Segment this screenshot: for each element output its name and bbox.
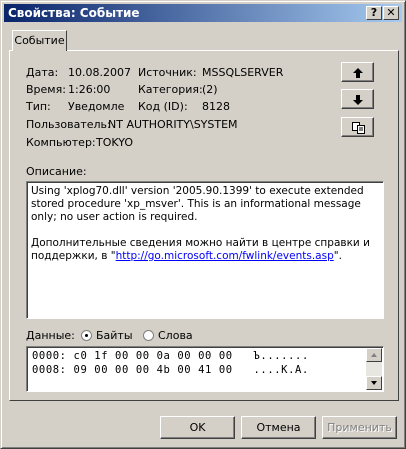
tab-event-label: Событие: [14, 34, 65, 47]
cancel-button[interactable]: Отмена: [241, 416, 316, 439]
time-label: Время:: [26, 83, 66, 96]
bytes-radio[interactable]: [81, 330, 92, 341]
hex-line: 0000: c0 1f 00 00 0a 00 00 00 Ъ.......: [32, 350, 309, 362]
title-bar: Свойства: Событие ? ✕: [4, 4, 402, 22]
vertical-scrollbar[interactable]: [366, 348, 382, 390]
type-value: Уведомле: [68, 100, 125, 113]
scroll-down-button[interactable]: [366, 376, 382, 390]
close-button[interactable]: ✕: [383, 6, 399, 20]
description-text: Using 'xplog70.dll' version '2005.90.139…: [31, 185, 364, 223]
copy-button[interactable]: [341, 117, 374, 137]
category-label: Категория:: [138, 83, 203, 96]
type-label: Тип:: [26, 100, 51, 113]
ok-button[interactable]: OK: [160, 416, 235, 439]
help-text-end: ".: [333, 250, 342, 262]
window-title: Свойства: Событие: [8, 6, 140, 20]
computer-value: TOKYO: [96, 136, 133, 149]
event-id-label: Код (ID):: [138, 100, 188, 113]
event-id-value: 8128: [202, 100, 230, 113]
time-value: 1:26:00: [68, 83, 111, 96]
apply-button[interactable]: Применить: [322, 416, 397, 439]
description-label: Описание:: [26, 165, 87, 178]
hex-line: 0008: 09 00 00 00 4b 00 41 00 ....K.A.: [32, 364, 309, 376]
properties-dialog: Свойства: Событие ? ✕ Событие Дата: 10.0…: [0, 0, 406, 449]
help-link[interactable]: http://go.microsoft.com/fwlink/events.as…: [116, 250, 334, 262]
scroll-up-button[interactable]: [366, 348, 382, 362]
help-button[interactable]: ?: [366, 6, 382, 20]
source-label: Источник:: [138, 66, 197, 79]
scroll-down-icon: [371, 381, 377, 385]
bytes-option-label[interactable]: Байты: [96, 329, 133, 342]
words-radio[interactable]: [143, 330, 154, 341]
user-value: NT AUTHORITY\SYSTEM: [108, 118, 238, 131]
next-event-button[interactable]: [341, 89, 374, 109]
description-box[interactable]: Using 'xplog70.dll' version '2005.90.139…: [26, 181, 384, 319]
date-value: 10.08.2007: [68, 66, 131, 79]
source-value: MSSQLSERVER: [202, 66, 284, 79]
user-label: Пользователь:: [26, 118, 111, 131]
category-value: (2): [202, 83, 218, 96]
data-label: Данные:: [26, 329, 75, 342]
scroll-up-icon: [371, 353, 377, 357]
description-help-text: Дополнительные сведения можно найти в це…: [31, 237, 379, 263]
previous-event-button[interactable]: [341, 62, 374, 82]
computer-label: Компьютер:: [26, 136, 96, 149]
arrow-down-icon: [353, 95, 363, 105]
data-hex-box[interactable]: 0000: c0 1f 00 00 0a 00 00 00 Ъ....... 0…: [26, 346, 384, 392]
tab-event[interactable]: Событие: [12, 30, 67, 51]
words-option-label[interactable]: Слова: [158, 329, 193, 342]
copy-icon: [352, 122, 365, 134]
date-label: Дата:: [26, 66, 59, 79]
arrow-up-icon: [353, 68, 363, 78]
